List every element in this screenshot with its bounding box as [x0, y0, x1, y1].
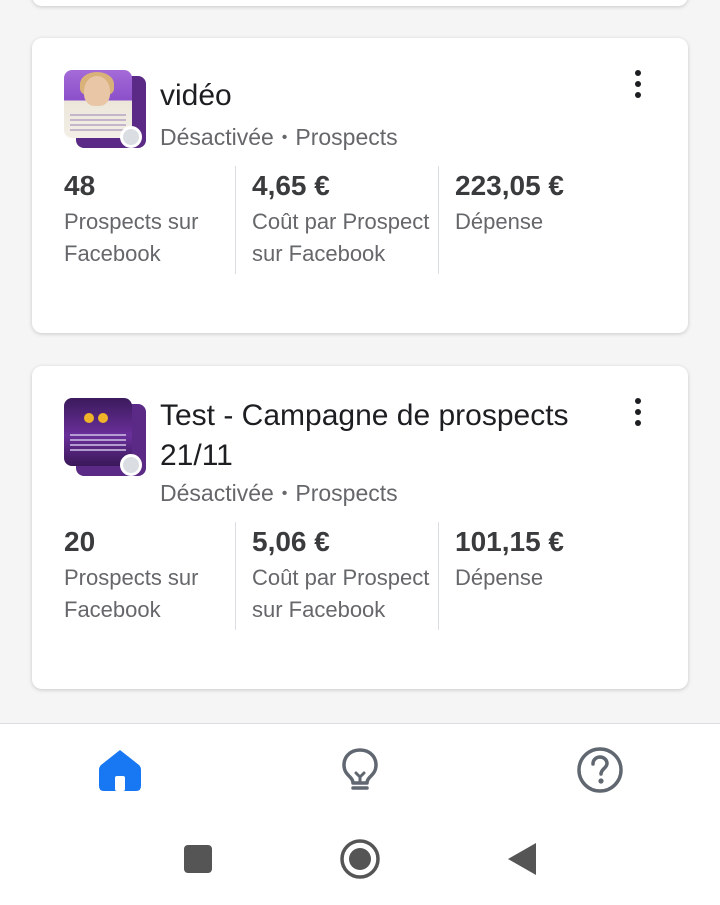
campaign-subtitle: Désactivée • Prospects	[160, 478, 398, 509]
separator-dot: •	[281, 485, 288, 502]
metric-label: Dépense	[455, 565, 544, 590]
metric-results: 48 Prospects sur Facebook	[32, 166, 235, 274]
campaign-thumbnail	[64, 70, 146, 152]
metric-results: 20 Prospects sur Facebook	[32, 522, 235, 630]
separator-dot: •	[281, 129, 288, 146]
metric-label: Coût par Prospect sur Facebook	[252, 565, 430, 622]
metric-spend: 101,15 € Dépense	[438, 522, 641, 630]
help-icon[interactable]	[576, 746, 624, 794]
more-options-icon[interactable]	[626, 68, 650, 100]
status-indicator-dot	[120, 454, 142, 476]
campaign-title: Test - Campagne de prospects 21/11	[160, 399, 569, 472]
lightbulb-icon[interactable]	[336, 746, 384, 794]
campaign-objective: Prospects	[295, 480, 398, 506]
ads-manager-screen: vidéo Désactivée • Prospects 48 Prospects …	[0, 0, 720, 905]
campaign-metrics: 20 Prospects sur Facebook 5,06 € Coût pa…	[32, 522, 688, 630]
metric-value: 101,15 €	[455, 526, 564, 557]
metric-value: 48	[64, 170, 96, 201]
status-indicator-dot	[120, 126, 142, 148]
campaign-title: vidéo	[160, 79, 232, 112]
metric-spend: 223,05 € Dépense	[438, 166, 641, 274]
campaign-thumbnail	[64, 398, 146, 480]
campaign-status: Désactivée	[160, 124, 274, 150]
metric-value: 5,06 €	[252, 526, 330, 557]
metric-value: 4,65 €	[252, 170, 330, 201]
campaign-subtitle: Désactivée • Prospects	[160, 122, 398, 153]
campaign-metrics: 48 Prospects sur Facebook 4,65 € Coût pa…	[32, 166, 688, 274]
metric-cost-per-result: 4,65 € Coût par Prospect sur Facebook	[235, 166, 438, 274]
metric-value: 20	[64, 526, 96, 557]
metric-label: Prospects sur Facebook	[64, 565, 199, 622]
more-options-icon[interactable]	[626, 396, 650, 428]
home-icon[interactable]	[96, 746, 144, 794]
system-navigation-bar	[0, 815, 720, 905]
bottom-navigation-bar	[0, 723, 720, 816]
metric-value: 223,05 €	[455, 170, 564, 201]
campaign-card-previous[interactable]	[32, 0, 688, 6]
metric-label: Dépense	[455, 209, 544, 234]
metric-label: Prospects sur Facebook	[64, 209, 199, 266]
back-icon[interactable]	[500, 837, 544, 881]
campaign-objective: Prospects	[295, 124, 398, 150]
campaign-status: Désactivée	[160, 480, 274, 506]
campaign-card[interactable]: Test - Campagne de prospects 21/11 Désac…	[32, 366, 688, 689]
metric-cost-per-result: 5,06 € Coût par Prospect sur Facebook	[235, 522, 438, 630]
campaign-card[interactable]: vidéo Désactivée • Prospects 48 Prospects …	[32, 38, 688, 333]
recent-apps-icon[interactable]	[176, 837, 220, 881]
metric-label: Coût par Prospect sur Facebook	[252, 209, 430, 266]
home-circle-icon[interactable]	[338, 837, 382, 881]
